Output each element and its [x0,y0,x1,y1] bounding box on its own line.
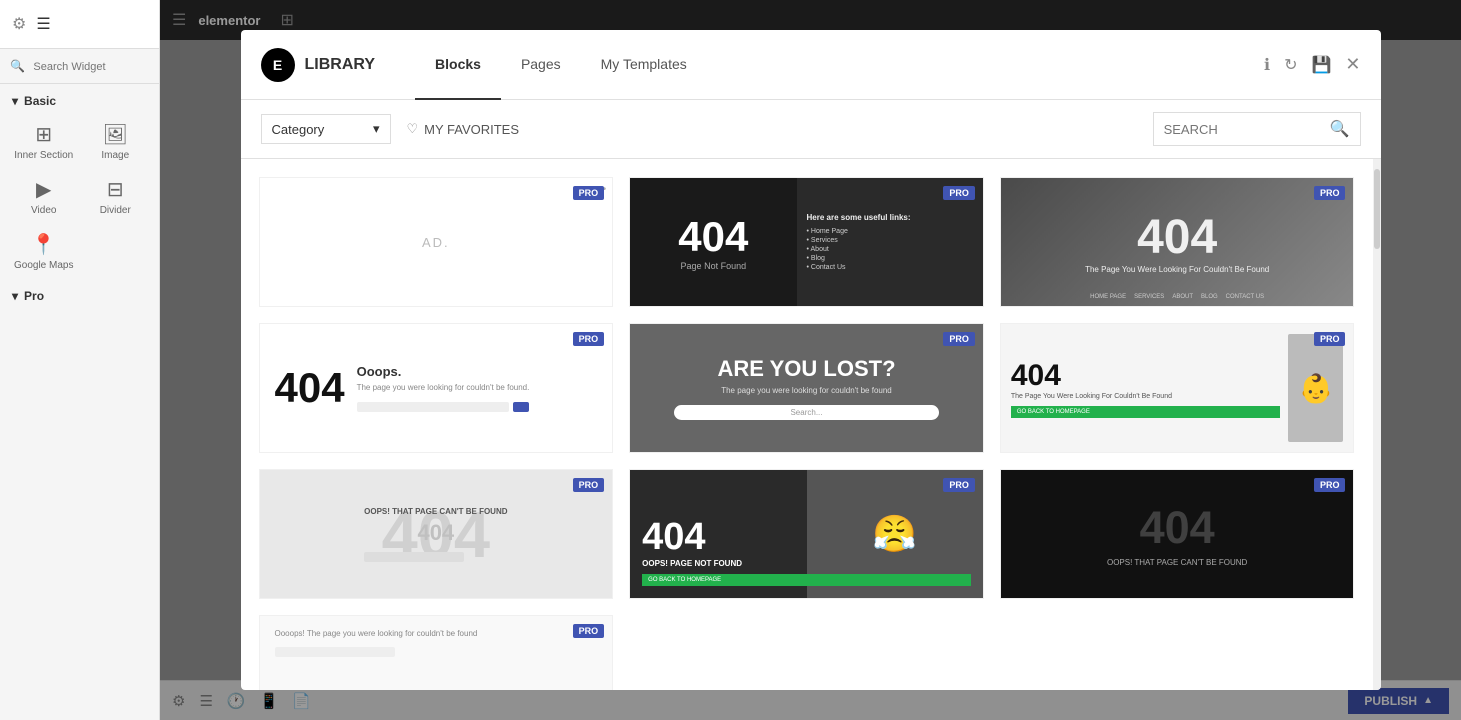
category-arrow-icon: ▾ [373,121,380,137]
heart-icon: ♡ [407,121,419,137]
google-maps-widget[interactable]: 📍 Google Maps [8,224,80,279]
search-icon: 🔍 [1330,119,1350,139]
template-card-404-dark-bottom[interactable]: 404 OOPS! THAT PAGE CAN'T BE FOUND PRO [1000,469,1355,599]
template-card-404-ooops[interactable]: 404 Ooops. The page you were looking for… [259,323,614,453]
maps-icon: 📍 [31,232,56,257]
tab-pages[interactable]: Pages [501,30,581,100]
search-input[interactable] [1164,122,1324,137]
pro-badge: PRO [1314,478,1346,492]
go-back-btn: GO BACK TO HOMEPAGE [1011,406,1281,418]
divider-widget[interactable]: ⊟ Divider [80,169,152,224]
close-icon[interactable]: ✕ [1345,54,1360,75]
category-dropdown[interactable]: Category ▾ [261,114,391,144]
tab-blocks[interactable]: Blocks [415,30,501,100]
modal-header-icons: ℹ ↻ 💾 ✕ [1264,54,1361,75]
section-arrow: ▾ [12,94,18,108]
pro-section-title: ▾ Pro [0,279,159,313]
pro-badge: PRO [943,186,975,200]
pro-badge: PRO [1314,186,1346,200]
404-number: 404 [1137,210,1217,265]
template-card-ad[interactable]: AD. ••• PRO [259,177,614,307]
baby-photo: 👶 [1288,334,1343,442]
settings-icon[interactable]: ⚙ [12,14,26,34]
search-widget-input[interactable] [33,61,144,73]
pro-badge: PRO [573,332,605,346]
oops-title: OOPS! THAT PAGE CAN'T BE FOUND [364,507,507,516]
pro-badge: PRO [573,186,605,200]
search-box: 🔍 [1153,112,1361,146]
404-number: 404 [1011,359,1281,393]
template-card-lost[interactable]: ARE YOU LOST? The page you were looking … [629,323,984,453]
modal-title: LIBRARY [305,56,376,74]
video-icon: ▶ [36,177,51,202]
template-card-404-black[interactable]: 404 Page Not Found Here are some useful … [629,177,984,307]
pro-arrow: ▾ [12,289,18,303]
refresh-icon[interactable]: ↻ [1284,55,1297,75]
modal-toolbar: Category ▾ ♡ MY FAVORITES 🔍 [241,100,1381,159]
modal-header: E LIBRARY Blocks Pages My Templates [241,30,1381,100]
404-number-bg: 404 [1140,502,1215,554]
basic-widgets-grid: ⊞ Inner Section 🖼 Image ▶ Video ⊟ Divide… [0,114,159,279]
modal-tabs: Blocks Pages My Templates [415,30,1264,100]
save-icon[interactable]: 💾 [1311,55,1331,75]
pro-badge: PRO [943,332,975,346]
404-number: 404 [642,516,971,559]
ad-text: AD. [422,235,450,250]
sidebar-header: ⚙ ☰ [0,0,159,49]
tab-my-templates[interactable]: My Templates [581,30,707,100]
modal-content: AD. ••• PRO 404 Page Not Found [241,159,1381,690]
go-back-btn: GO BACK TO HOMEPAGE [642,574,971,586]
not-found-text: The Page You Were Looking For Couldn't B… [1075,265,1279,274]
main-canvas: ☰ elementor ⊞ ⚙ ☰ 🕐 📱 📄 PUBLISH ▲ [160,0,1461,720]
image-widget[interactable]: 🖼 Image [80,114,152,169]
templates-grid: AD. ••• PRO 404 Page Not Found [241,159,1373,690]
template-card-404-white-text[interactable]: Oooops! The page you were looking for co… [259,615,614,690]
template-card-404-photo[interactable]: 404 The Page You Were Looking For Couldn… [1000,177,1355,307]
modal-logo: E [261,48,295,82]
search-bar: Search... [674,405,939,420]
favorites-button[interactable]: ♡ MY FAVORITES [407,121,520,137]
modal-scrollbar[interactable] [1373,159,1381,690]
scrollbar-thumb [1374,169,1380,249]
elements-icon[interactable]: ☰ [36,14,50,34]
info-icon[interactable]: ℹ [1264,55,1270,75]
divider-icon: ⊟ [107,177,124,202]
basic-section-title: ▾ Basic [0,84,159,114]
template-card-404-gray[interactable]: 404 OOPS! THAT PAGE CAN'T BE FOUND 404 P… [259,469,614,599]
inner-section-icon: ⊞ [35,122,52,147]
oops-not-found: OOPS! PAGE NOT FOUND [642,559,971,568]
ooops-heading: Ooops. [357,364,530,379]
modal-overlay: E LIBRARY Blocks Pages My Templates [160,0,1461,720]
image-icon: 🖼 [103,122,128,147]
pro-badge: PRO [573,624,605,638]
page-not-found: Page Not Found [681,261,747,271]
pro-badge: PRO [573,478,605,492]
search-widget-area: 🔍 [0,49,159,84]
inner-section-widget[interactable]: ⊞ Inner Section [8,114,80,169]
template-card-404-baby[interactable]: 404 The Page You Were Looking For Couldn… [1000,323,1355,453]
library-modal: E LIBRARY Blocks Pages My Templates [241,30,1381,690]
template-card-404-man[interactable]: 404 OOPS! PAGE NOT FOUND GO BACK TO HOME… [629,469,984,599]
404-number: 404 [275,364,345,412]
left-sidebar: ⚙ ☰ 🔍 ▾ Basic ⊞ Inner Section 🖼 Image ▶ [0,0,160,720]
are-you-lost-heading: ARE YOU LOST? [717,356,895,382]
pro-badge: PRO [1314,332,1346,346]
404-number: 404 [678,213,748,261]
video-widget[interactable]: ▶ Video [8,169,80,224]
dark-label: OOPS! THAT PAGE CAN'T BE FOUND [1107,558,1247,567]
